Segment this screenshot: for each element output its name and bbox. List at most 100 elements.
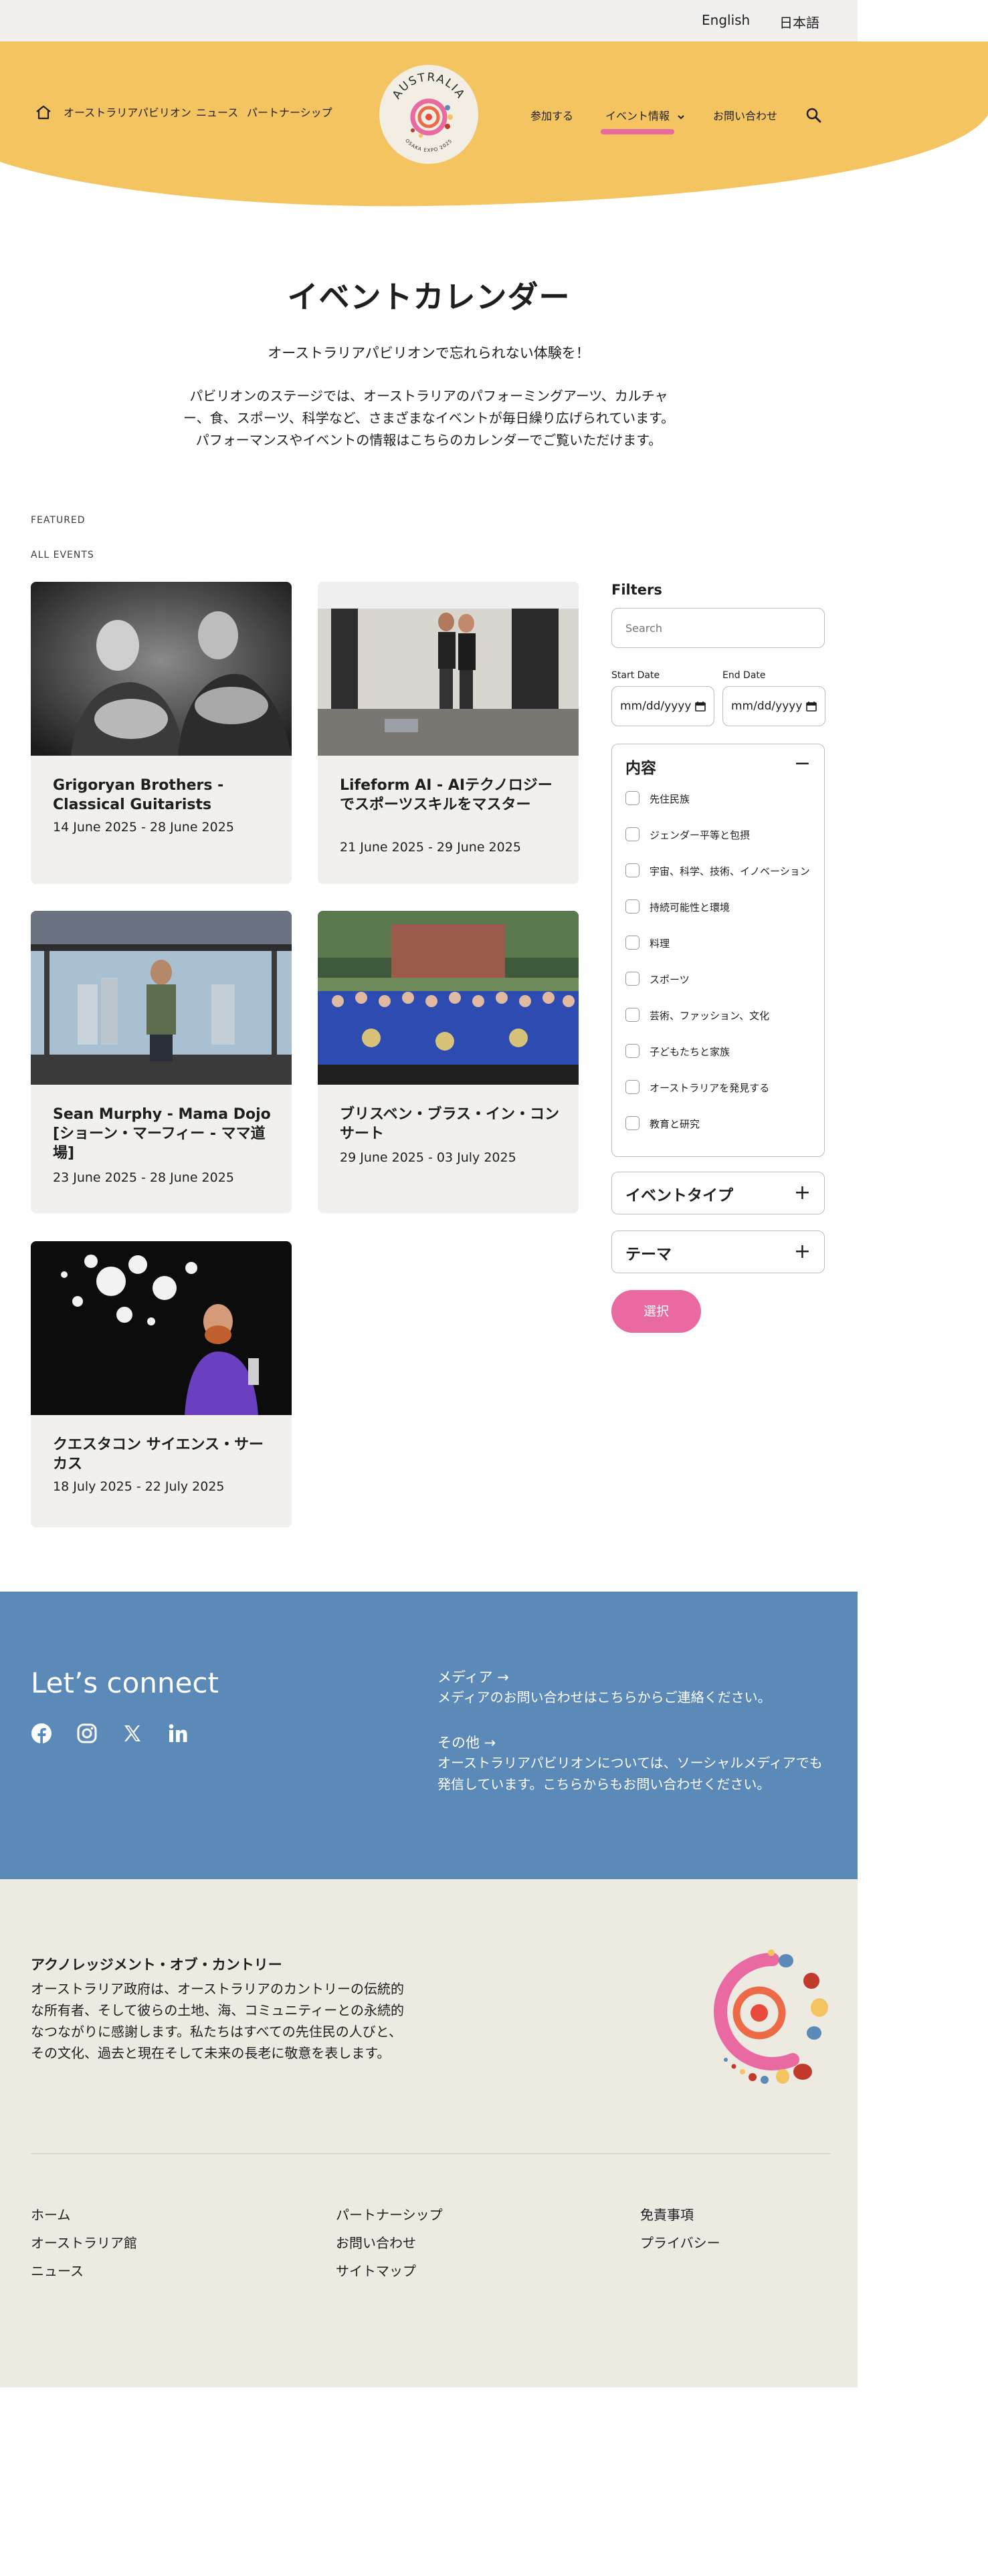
page: English 日本語 オーストラリアパビリオン ニュース パートナーシップ A… (0, 0, 988, 2387)
footer-emblem (714, 1949, 828, 2084)
checkbox-discover-australia[interactable] (625, 1080, 639, 1094)
nav-partnership[interactable]: パートナーシップ (247, 104, 332, 120)
event-title: Grigoryan Brothers - Classical Guitarist… (53, 777, 224, 813)
checkbox-label: 先住民族 (650, 793, 690, 805)
calendar-icon (806, 702, 817, 712)
expand-plus-icon: + (793, 1240, 811, 1263)
footer-link-privacy[interactable]: プライバシー (640, 2232, 720, 2252)
event-type-title: イベントタイプ (625, 1187, 733, 1204)
calendar-icon (695, 702, 706, 712)
end-date-placeholder: mm/dd/yyyy (731, 700, 803, 713)
event-dates: 14 June 2025 - 28 June 2025 (53, 820, 234, 835)
page-subtitle: オーストラリアパビリオンで忘れられない体験を！ (268, 345, 590, 361)
nav-pavilion[interactable]: オーストラリアパビリオン (64, 104, 191, 120)
event-card[interactable]: Sean Murphy - Mama Dojo [ショーン・マーフィー - ママ… (31, 911, 292, 1213)
facebook-icon[interactable] (31, 1723, 52, 1744)
checkbox-education[interactable] (625, 1116, 639, 1130)
checkbox-arts-fashion[interactable] (625, 1008, 639, 1022)
footer-divider (31, 2153, 831, 2154)
featured-label: FEATURED (31, 515, 86, 526)
footer-link-news[interactable]: ニュース (31, 2260, 84, 2280)
expand-plus-icon: + (793, 1181, 811, 1204)
chevron-down-icon (678, 114, 684, 119)
nav-events[interactable]: イベント情報 (605, 107, 685, 123)
event-image-gym (318, 582, 579, 756)
nav-news[interactable]: ニュース (196, 104, 238, 120)
nav-join[interactable]: 参加する (530, 107, 573, 123)
checkbox-gender-equality[interactable] (625, 827, 639, 841)
home-icon[interactable] (35, 104, 52, 120)
event-image-stage (31, 911, 292, 1085)
event-card[interactable]: Grigoryan Brothers - Classical Guitarist… (31, 582, 292, 884)
media-contact-link[interactable]: メディア → (437, 1667, 509, 1687)
connect-section: Let’s connect メディア → メディアのお問い合わせはこちらからご連… (0, 1592, 858, 1879)
event-type-filter[interactable]: イベントタイプ + (611, 1172, 825, 1214)
checkbox-cuisine[interactable] (625, 936, 639, 950)
event-card[interactable]: ブリスベン・ブラス・イン・コンサート 29 June 2025 - 03 Jul… (318, 911, 579, 1213)
x-twitter-icon[interactable] (122, 1723, 143, 1744)
event-title: Lifeform AI - AIテクノロジーでスポーツスキルをマスター (340, 777, 553, 813)
event-dates: 23 June 2025 - 28 June 2025 (53, 1170, 234, 1185)
language-japanese[interactable]: 日本語 (779, 12, 819, 31)
checkbox-space-science[interactable] (625, 863, 639, 877)
acknowledgement-text: オーストラリア政府は、オーストラリアのカントリーの伝統的な所有者、そして彼らの土… (31, 1981, 404, 2061)
linkedin-icon[interactable] (167, 1723, 189, 1744)
checkbox-label: 宇宙、科学、技術、イノベーション (650, 865, 810, 877)
event-image-guitarists (31, 582, 292, 756)
australia-pavilion-logo[interactable]: AUSTRALIA OSAKA EXPO 2025 (378, 64, 480, 165)
event-image-brass-band (318, 911, 579, 1085)
nav-active-indicator (601, 129, 674, 134)
instagram-icon[interactable] (76, 1723, 98, 1744)
event-card[interactable]: クエスタコン サイエンス・サーカス 18 July 2025 - 22 July… (31, 1241, 292, 1527)
start-date-label: Start Date (611, 670, 660, 681)
event-dates: 21 June 2025 - 29 June 2025 (340, 840, 521, 855)
start-date-input[interactable]: mm/dd/yyyy (611, 686, 714, 726)
event-title: クエスタコン サイエンス・サーカス (53, 1436, 264, 1473)
header-background (0, 41, 988, 207)
other-contact-link[interactable]: その他 → (437, 1732, 496, 1752)
checkbox-family[interactable] (625, 1044, 639, 1058)
language-english[interactable]: English (702, 12, 750, 28)
end-date-label: End Date (722, 670, 766, 681)
footer-link-disclaimer[interactable]: 免責事項 (640, 2204, 694, 2224)
event-card[interactable]: Lifeform AI - AIテクノロジーでスポーツスキルをマスター 21 J… (318, 582, 579, 884)
filters-title: Filters (611, 582, 662, 598)
search-icon[interactable] (805, 107, 821, 123)
collapse-minus-icon[interactable]: − (794, 754, 811, 774)
checkbox-label: 教育と研究 (650, 1118, 700, 1130)
start-date-placeholder: mm/dd/yyyy (620, 700, 692, 713)
checkbox-label: 持続可能性と環境 (650, 901, 730, 914)
intro-text: パビリオンのステージでは、オーストラリアのパフォーミングアーツ、カルチャー、食、… (183, 388, 675, 448)
checkbox-label: 子どもたちと家族 (650, 1046, 730, 1058)
footer-link-sitemap[interactable]: サイトマップ (336, 2260, 416, 2280)
footer-section: アクノレッジメント・オブ・カントリー オーストラリア政府は、オーストラリアのカン… (0, 1879, 858, 2387)
theme-filter[interactable]: テーマ + (611, 1230, 825, 1273)
checkbox-sports[interactable] (625, 972, 639, 986)
checkbox-indigenous[interactable] (625, 791, 639, 805)
content-filter-title[interactable]: 内容 (625, 755, 656, 778)
event-title: Sean Murphy - Mama Dojo [ショーン・マーフィー - ママ… (53, 1106, 271, 1162)
media-contact-text: メディアのお問い合わせはこちらからご連絡ください。 (437, 1689, 771, 1705)
checkbox-label: オーストラリアを発見する (650, 1082, 770, 1094)
event-dates: 18 July 2025 - 22 July 2025 (53, 1479, 225, 1494)
end-date-input[interactable]: mm/dd/yyyy (722, 686, 825, 726)
checkbox-sustainability[interactable] (625, 899, 639, 914)
checkbox-label: 芸術、ファッション、文化 (650, 1010, 770, 1022)
checkbox-label: 料理 (650, 938, 670, 950)
footer-link-pavilion[interactable]: オーストラリア館 (31, 2232, 137, 2252)
footer-link-contact[interactable]: お問い合わせ (336, 2232, 416, 2252)
select-button[interactable]: 選択 (611, 1290, 701, 1333)
footer-link-partnership[interactable]: パートナーシップ (336, 2204, 443, 2224)
connect-title: Let’s connect (31, 1667, 219, 1699)
page-title: イベントカレンダー (287, 279, 571, 315)
footer-link-home[interactable]: ホーム (31, 2204, 70, 2224)
event-image-science-circus (31, 1241, 292, 1415)
checkbox-label: スポーツ (650, 974, 690, 986)
checkbox-label: ジェンダー平等と包摂 (650, 829, 751, 841)
acknowledgement-title: アクノレッジメント・オブ・カントリー (31, 1957, 282, 1973)
nav-events-label: イベント情報 (605, 110, 670, 122)
filter-search-input[interactable] (611, 608, 825, 648)
event-title: ブリスベン・ブラス・イン・コンサート (340, 1106, 560, 1142)
nav-contact[interactable]: お問い合わせ (713, 107, 777, 123)
content-filter-panel: 内容 − 先住民族 ジェンダー平等と包摂 宇宙、科学、技術、イノベーション 持続… (611, 744, 825, 1157)
